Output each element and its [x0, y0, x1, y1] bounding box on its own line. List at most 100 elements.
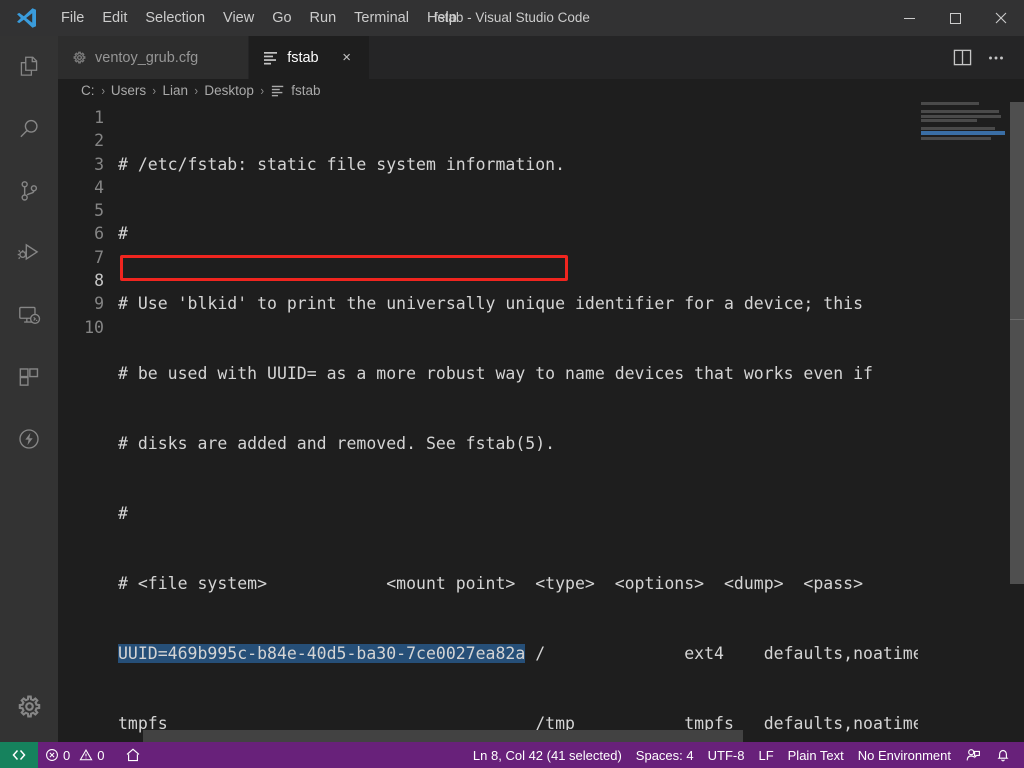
code-lines[interactable]: # /etc/fstab: static file system informa… [118, 102, 1024, 742]
code-line: # /etc/fstab: static file system informa… [118, 154, 566, 174]
editor-actions [948, 36, 1024, 79]
code-line: # be used with UUID= as a more robust wa… [118, 364, 873, 384]
scrollbar-divider [1010, 319, 1024, 320]
status-bar-environment[interactable]: No Environment [851, 742, 958, 768]
code-line: # disks are added and removed. See fstab… [118, 434, 556, 454]
split-editor-icon[interactable] [948, 44, 976, 72]
menu-item-view[interactable]: View [214, 5, 263, 31]
selected-text: UUID=469b995c-b84e-40d5-ba30-7ce0027ea82… [118, 643, 526, 663]
sidebar-item-azure[interactable] [0, 408, 58, 470]
breadcrumb-item-users[interactable]: Users [110, 83, 147, 98]
minimap[interactable] [918, 102, 1010, 742]
chevron-right-icon: › [152, 83, 157, 98]
minimap-line [921, 136, 991, 140]
breadcrumb-item-file[interactable]: fstab [271, 83, 320, 98]
remote-window-indicator[interactable] [0, 742, 38, 768]
status-bar-problems[interactable]: 0 0 [38, 742, 111, 768]
status-bar-encoding[interactable]: UTF-8 [701, 742, 752, 768]
vertical-scrollbar-thumb[interactable] [1010, 102, 1024, 584]
menu-item-terminal[interactable]: Terminal [345, 5, 418, 31]
minimap-line [918, 106, 1010, 109]
maximize-button[interactable] [932, 0, 978, 36]
vertical-scrollbar[interactable] [1010, 102, 1024, 742]
status-bar-language-mode[interactable]: Plain Text [781, 742, 851, 768]
menu-item-edit[interactable]: Edit [93, 5, 136, 31]
line-number: 6 [94, 224, 104, 244]
tab-ventoy-grub-cfg[interactable]: ventoy_grub.cfg × [58, 36, 250, 79]
code-line: # [118, 224, 128, 244]
line-number: 5 [94, 201, 104, 221]
menu-bar: File Edit Selection View Go Run Terminal… [52, 0, 466, 36]
status-bar-feedback[interactable] [958, 742, 988, 768]
ellipsis-icon[interactable] [982, 44, 1010, 72]
editor-group: ventoy_grub.cfg × fstab × [58, 36, 1024, 742]
vscode-logo-icon [0, 0, 52, 36]
minimap-line [918, 123, 1010, 126]
breadcrumb-item-drive[interactable]: C: [80, 83, 96, 98]
minimap-line [921, 127, 995, 131]
close-button[interactable] [978, 0, 1024, 36]
breadcrumb: C: › Users › Lian › Desktop › fstab [58, 79, 1024, 102]
menu-item-go[interactable]: Go [263, 5, 300, 31]
workbench-body: ventoy_grub.cfg × fstab × [0, 36, 1024, 742]
line-number: 10 [84, 317, 104, 337]
error-count: 0 [63, 747, 71, 763]
minimize-button[interactable] [886, 0, 932, 36]
menu-item-file[interactable]: File [52, 5, 93, 31]
chevron-right-icon: › [100, 83, 105, 98]
line-number-current: 8 [94, 271, 104, 291]
minimap-line [921, 118, 977, 122]
gear-file-icon [72, 50, 87, 65]
code-editor[interactable]: 1 2 3 4 5 6 7 8 9 10 # /etc/fstab: stati… [58, 102, 1024, 742]
line-number: 2 [94, 131, 104, 151]
sidebar-item-source-control[interactable] [0, 160, 58, 222]
error-icon [45, 748, 59, 762]
account-feedback-icon [965, 747, 981, 763]
menu-item-run[interactable]: Run [301, 5, 346, 31]
manage-gear-icon[interactable] [0, 670, 58, 742]
code-line: # <file system> <mount point> <type> <op… [118, 573, 864, 593]
status-bar-notifications[interactable] [988, 742, 1018, 768]
bell-icon [995, 747, 1011, 763]
status-bar-right: Ln 8, Col 42 (41 selected) Spaces: 4 UTF… [466, 742, 1024, 768]
status-bar: 0 0 Ln 8, Col 42 (41 selected) Spaces: 4… [0, 742, 1024, 768]
code-line-rest: / ext4 defaults,noatime 0 1 [525, 643, 973, 663]
sidebar-item-run-and-debug[interactable] [0, 222, 58, 284]
breadcrumb-item-desktop[interactable]: Desktop [203, 83, 255, 98]
code-line-selected: UUID=469b995c-b84e-40d5-ba30-7ce0027ea82… [118, 642, 1024, 665]
sidebar-item-explorer[interactable] [0, 36, 58, 98]
status-bar-home[interactable] [111, 742, 148, 768]
home-icon [125, 747, 141, 763]
breadcrumb-file-label: fstab [291, 83, 321, 98]
horizontal-scrollbar[interactable] [58, 730, 1010, 742]
tab-close-button[interactable]: × [337, 48, 357, 68]
code-line: # Use 'blkid' to print the universally u… [118, 294, 864, 314]
warning-icon [79, 748, 93, 762]
sidebar-item-extensions[interactable] [0, 346, 58, 408]
line-number: 1 [94, 108, 104, 127]
code-line: # [118, 504, 128, 524]
menu-item-help[interactable]: Help [418, 5, 466, 31]
status-bar-eol[interactable]: LF [751, 742, 780, 768]
tab-fstab[interactable]: fstab × [249, 36, 370, 79]
line-number: 4 [94, 177, 104, 197]
status-bar-indentation[interactable]: Spaces: 4 [629, 742, 701, 768]
title-bar: File Edit Selection View Go Run Terminal… [0, 0, 1024, 36]
sidebar-item-search[interactable] [0, 98, 58, 160]
text-file-icon [263, 50, 279, 66]
line-number-gutter: 1 2 3 4 5 6 7 8 9 10 [58, 102, 118, 742]
chevron-right-icon: › [260, 83, 264, 98]
activity-bar [0, 36, 58, 742]
line-number: 3 [94, 154, 104, 174]
sidebar-item-remote-explorer[interactable] [0, 284, 58, 346]
horizontal-scrollbar-thumb[interactable] [143, 730, 743, 742]
breadcrumb-item-lian[interactable]: Lian [161, 83, 189, 98]
line-number: 9 [94, 294, 104, 314]
status-bar-cursor-position[interactable]: Ln 8, Col 42 (41 selected) [466, 742, 629, 768]
chevron-right-icon: › [194, 83, 199, 98]
menu-item-selection[interactable]: Selection [136, 5, 214, 31]
tab-label: fstab [287, 49, 319, 66]
minimap-selected-line [921, 131, 1005, 136]
minimap-line [921, 102, 979, 105]
editor-tab-bar: ventoy_grub.cfg × fstab × [58, 36, 1024, 79]
